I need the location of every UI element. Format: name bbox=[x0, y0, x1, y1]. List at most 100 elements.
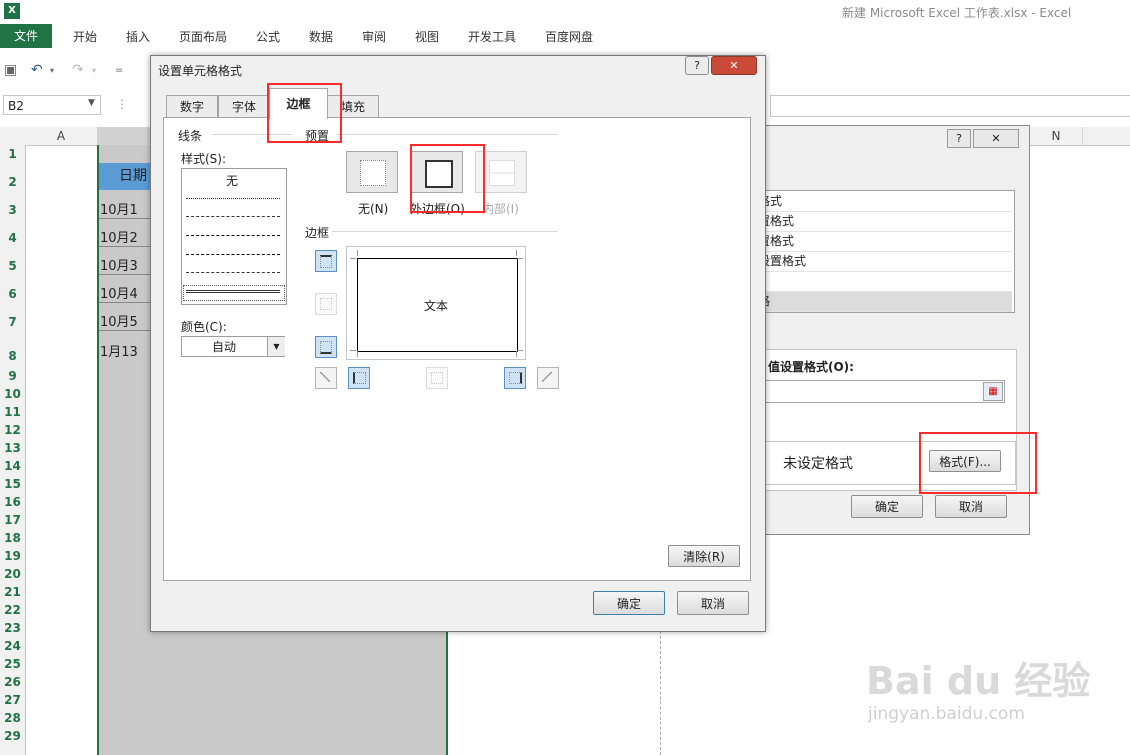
fc-cancel-button[interactable]: 取消 bbox=[677, 591, 749, 615]
fc-help-button[interactable]: ? bbox=[685, 56, 709, 75]
border-bottom-button[interactable] bbox=[315, 336, 337, 358]
tab-page-layout[interactable]: 页面布局 bbox=[179, 28, 227, 45]
border-diagonal-down-button[interactable] bbox=[537, 367, 559, 389]
border-diagonal-up-button[interactable] bbox=[315, 367, 337, 389]
row-header-13[interactable]: 13 bbox=[0, 441, 25, 455]
color-label: 颜色(C): bbox=[181, 320, 227, 334]
line-style-option[interactable] bbox=[186, 216, 280, 217]
row-header-5[interactable]: 5 bbox=[0, 259, 25, 273]
row-header-18[interactable]: 18 bbox=[0, 531, 25, 545]
undo-dropdown-icon[interactable]: ▾ bbox=[50, 66, 54, 75]
row-header-27[interactable]: 27 bbox=[0, 693, 25, 707]
row-header-3[interactable]: 3 bbox=[0, 203, 25, 217]
chevron-down-icon[interactable]: ▼ bbox=[88, 98, 95, 108]
redo-icon[interactable]: ↷ bbox=[72, 62, 84, 78]
name-box[interactable]: B2 bbox=[3, 95, 101, 115]
row-header-12[interactable]: 12 bbox=[0, 423, 25, 437]
row-header-1[interactable]: 1 bbox=[0, 147, 25, 161]
formula-separator: ⋮ bbox=[116, 97, 128, 111]
tab-insert[interactable]: 插入 bbox=[126, 28, 150, 45]
row-header-25[interactable]: 25 bbox=[0, 657, 25, 671]
cell-b2-date-header[interactable]: 日期 bbox=[99, 163, 151, 190]
preview-corner-mark bbox=[517, 258, 523, 259]
undo-icon[interactable]: ↶ bbox=[31, 62, 43, 78]
highlight-format-button bbox=[919, 432, 1037, 494]
tab-number[interactable]: 数字 bbox=[166, 95, 218, 118]
row-header-28[interactable]: 28 bbox=[0, 711, 25, 725]
range-picker-icon[interactable]: ▦ bbox=[983, 382, 1003, 401]
tab-review[interactable]: 审阅 bbox=[362, 28, 386, 45]
tab-view[interactable]: 视图 bbox=[415, 28, 439, 45]
chevron-down-icon[interactable]: ▼ bbox=[267, 337, 285, 356]
redo-dropdown-icon[interactable]: ▾ bbox=[92, 66, 96, 75]
cell-b6[interactable]: 10月4 bbox=[100, 283, 152, 302]
tab-formulas[interactable]: 公式 bbox=[256, 28, 280, 45]
border-inside-horizontal-button[interactable] bbox=[315, 293, 337, 315]
tab-file[interactable]: 文件 bbox=[0, 24, 52, 48]
row-header-22[interactable]: 22 bbox=[0, 603, 25, 617]
clear-button[interactable]: 清除(R) bbox=[668, 545, 740, 567]
preview-corner-mark bbox=[357, 250, 358, 256]
row-header-7[interactable]: 7 bbox=[0, 315, 25, 329]
row-header-9[interactable]: 9 bbox=[0, 369, 25, 383]
preset-inside-label: 内部(I) bbox=[482, 202, 519, 216]
row-header-2[interactable]: 2 bbox=[0, 175, 25, 189]
line-style-option[interactable] bbox=[186, 198, 280, 199]
formula-input[interactable] bbox=[770, 95, 1130, 117]
border-right-icon bbox=[509, 372, 522, 384]
border-inside-vertical-button[interactable] bbox=[426, 367, 448, 389]
preview-corner-mark bbox=[516, 351, 517, 357]
row-header-23[interactable]: 23 bbox=[0, 621, 25, 635]
row-header-6[interactable]: 6 bbox=[0, 287, 25, 301]
row-header-29[interactable]: 29 bbox=[0, 729, 25, 743]
fc-close-button[interactable]: ✕ bbox=[711, 56, 757, 75]
cell-b3[interactable]: 10月1 bbox=[100, 199, 152, 218]
row-header-16[interactable]: 16 bbox=[0, 495, 25, 509]
fc-ok-button[interactable]: 确定 bbox=[593, 591, 665, 615]
row-header-11[interactable]: 11 bbox=[0, 405, 25, 419]
row-header-17[interactable]: 17 bbox=[0, 513, 25, 527]
save-icon[interactable]: ▣ bbox=[4, 62, 17, 78]
customize-qat-icon[interactable]: = bbox=[115, 65, 123, 76]
line-style-option[interactable] bbox=[186, 235, 280, 236]
preview-corner-mark bbox=[516, 250, 517, 256]
row-header-19[interactable]: 19 bbox=[0, 549, 25, 563]
row-header-24[interactable]: 24 bbox=[0, 639, 25, 653]
rule-formula-input[interactable] bbox=[760, 380, 1005, 403]
border-left-button[interactable] bbox=[348, 367, 370, 389]
row-header-8[interactable]: 8 bbox=[0, 349, 25, 363]
row-header-26[interactable]: 26 bbox=[0, 675, 25, 689]
border-top-button[interactable] bbox=[315, 250, 337, 272]
row-header-21[interactable]: 21 bbox=[0, 585, 25, 599]
cell-b4[interactable]: 10月2 bbox=[100, 227, 152, 246]
row-divider bbox=[99, 246, 151, 247]
cf-cancel-button[interactable]: 取消 bbox=[935, 495, 1007, 518]
row-header-14[interactable]: 14 bbox=[0, 459, 25, 473]
tab-font[interactable]: 字体 bbox=[218, 95, 270, 118]
preset-none-button[interactable] bbox=[346, 151, 398, 193]
cell-b5[interactable]: 10月3 bbox=[100, 255, 152, 274]
diagonal-up-icon bbox=[320, 372, 330, 382]
tab-border[interactable]: 边框 bbox=[269, 88, 328, 119]
line-style-option[interactable] bbox=[186, 272, 280, 273]
cf-ok-button[interactable]: 确定 bbox=[851, 495, 923, 518]
column-header-n[interactable]: N bbox=[1030, 127, 1083, 145]
tab-developer[interactable]: 开发工具 bbox=[468, 28, 516, 45]
row-header-20[interactable]: 20 bbox=[0, 567, 25, 581]
tab-data[interactable]: 数据 bbox=[309, 28, 333, 45]
cell-b8[interactable]: 1月13 bbox=[100, 341, 152, 360]
line-style-none[interactable]: 无 bbox=[226, 172, 238, 189]
row-divider bbox=[99, 274, 151, 275]
row-divider bbox=[99, 330, 151, 331]
column-header-a[interactable]: A bbox=[25, 127, 98, 145]
border-right-button[interactable] bbox=[504, 367, 526, 389]
cf-close-button[interactable]: ✕ bbox=[973, 129, 1019, 148]
tab-home[interactable]: 开始 bbox=[73, 28, 97, 45]
cf-help-button[interactable]: ? bbox=[947, 129, 971, 148]
tab-baidu-netdisk[interactable]: 百度网盘 bbox=[545, 28, 593, 45]
row-header-4[interactable]: 4 bbox=[0, 231, 25, 245]
line-style-option[interactable] bbox=[186, 254, 280, 255]
cell-b7[interactable]: 10月5 bbox=[100, 311, 152, 330]
row-header-15[interactable]: 15 bbox=[0, 477, 25, 491]
row-header-10[interactable]: 10 bbox=[0, 387, 25, 401]
